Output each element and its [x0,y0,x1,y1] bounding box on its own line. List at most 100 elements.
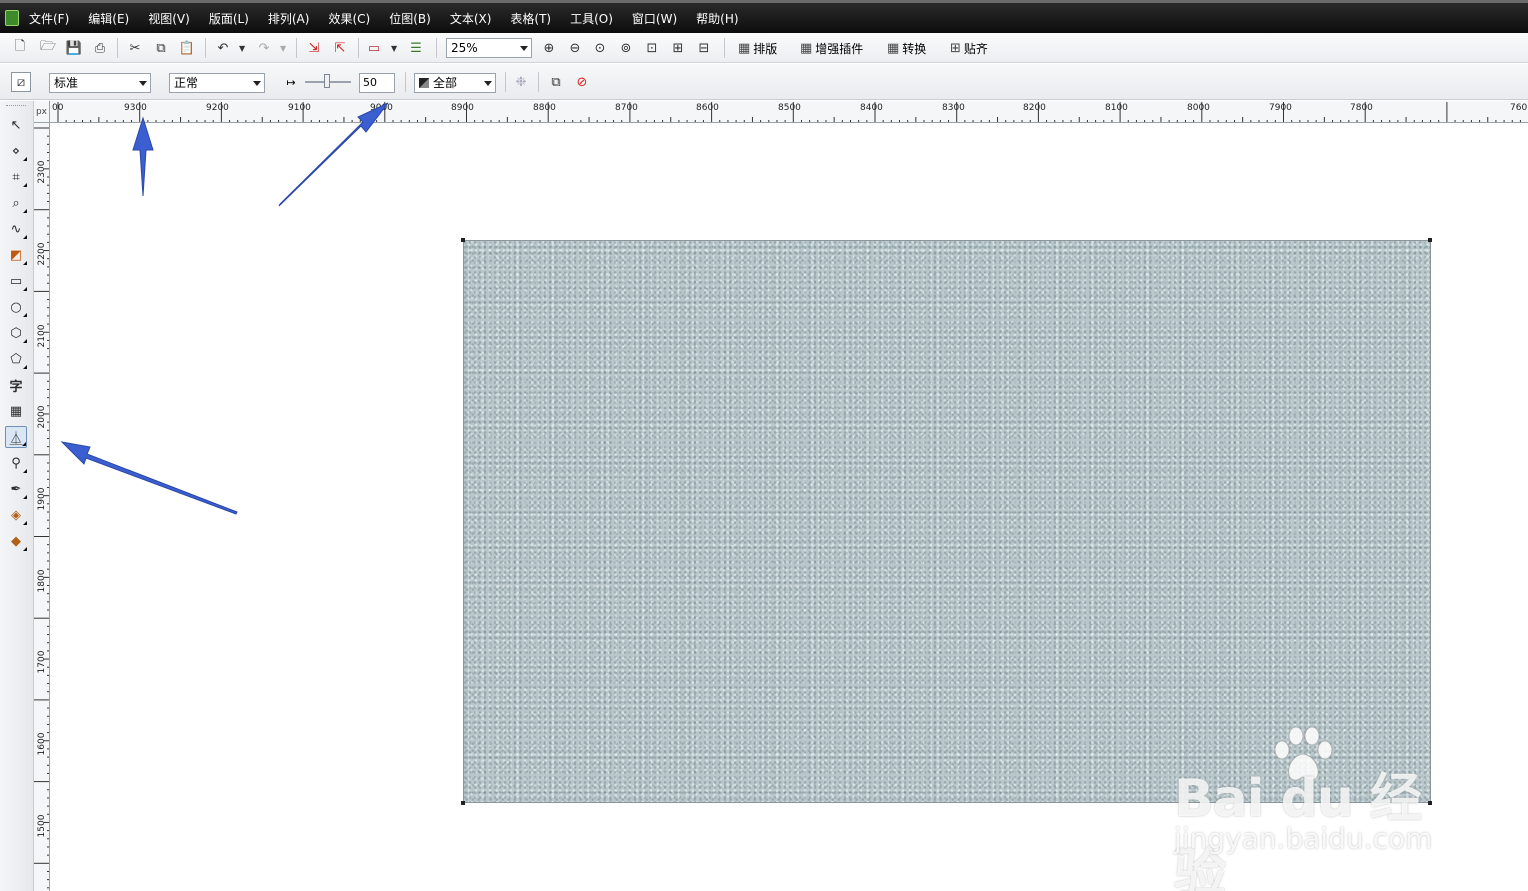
toolbar-separator [205,38,206,58]
text-tool-icon[interactable]: 字 [5,374,27,396]
horizontal-ruler[interactable]: 00 9300 9200 9100 9000 8900 8800 8700 86… [50,101,1528,123]
undo-dropdown-icon[interactable]: ▼ [239,44,245,53]
paste-icon[interactable]: 📋 [177,38,197,58]
cut-icon[interactable]: ✂ [125,38,145,58]
ruler-label: 8600 [696,103,719,113]
toolbar-separator [724,38,725,58]
transparency-target-value: 全部 [433,76,458,90]
application-launcher-icon[interactable]: ▭ [364,38,384,58]
menu-tools[interactable]: 工具(O) [570,10,613,27]
plugin-icon: ▦ [738,40,751,56]
ruler-label: 9000 [370,103,393,113]
selection-handle[interactable] [1428,238,1432,242]
menu-arrange[interactable]: 排列(A) [268,10,310,27]
copy-icon[interactable]: ⧉ [151,38,171,58]
zoom-level-value: 25% [451,41,478,55]
zoom-page-icon[interactable]: ⊡ [642,38,662,58]
menu-edit[interactable]: 编辑(E) [88,10,129,27]
plugin-enhance-button[interactable]: ▦ 增强插件 [800,38,863,58]
basic-shapes-tool-icon[interactable]: ⬠ [5,348,27,370]
texture-bitmap-object[interactable] [463,240,1431,803]
plugin-enhance-label: 增强插件 [815,41,864,56]
ruler-origin-corner[interactable]: px [34,101,50,123]
transparency-amount-icon: ↦ [286,75,296,89]
plugin-convert-label: 转换 [902,41,927,56]
vertical-ruler[interactable]: 2300 2200 2100 2000 1900 1800 1700 1600 … [34,123,50,891]
toolbar-separator [296,38,297,58]
menu-effects[interactable]: 效果(C) [328,10,370,27]
interactive-fill-tool-icon[interactable]: ◆ [5,530,27,552]
transparency-slider-thumb[interactable] [324,74,330,88]
zoom-out-icon[interactable]: ⊖ [565,38,585,58]
crop-tool-icon[interactable]: ⌗ [5,166,27,188]
redo-icon[interactable]: ↷ [254,38,274,58]
menu-help[interactable]: 帮助(H) [696,10,738,27]
fill-tool-icon[interactable]: ◈ [5,504,27,526]
clear-transparency-icon[interactable]: ⊘ [572,72,592,92]
interactive-transparency-icon[interactable]: ⧄ [11,72,31,92]
app-logo-icon[interactable] [5,10,19,26]
import-icon[interactable]: ⇲ [304,38,324,58]
smart-fill-tool-icon[interactable]: ◩ [5,244,27,266]
launcher-dropdown-icon[interactable]: ▼ [391,44,397,53]
menu-view[interactable]: 视图(V) [148,10,190,27]
eyedropper-tool-icon[interactable]: ⚲ [5,452,27,474]
zoom-all-objects-icon[interactable]: ⊚ [616,38,636,58]
zoom-in-icon[interactable]: ⊕ [539,38,559,58]
polygon-tool-icon[interactable]: ⬡ [5,322,27,344]
toolbar-separator [505,72,506,92]
zoom-page-height-icon[interactable]: ⊟ [694,38,714,58]
zoom-level-dropdown[interactable]: 25% [446,38,532,58]
merge-mode-dropdown[interactable]: 正常 [169,73,265,93]
ruler-label: 8200 [1023,103,1046,113]
print-icon[interactable]: ⎙ [90,38,110,58]
zoom-tool-icon[interactable]: ⌕ [5,192,27,214]
ruler-label: 1600 [37,732,47,756]
undo-icon[interactable]: ↶ [213,38,233,58]
target-all-icon [419,78,429,88]
menu-table[interactable]: 表格(T) [510,10,551,27]
menu-bitmaps[interactable]: 位图(B) [389,10,431,27]
transparency-amount-value: 50 [363,76,377,89]
toolbar-separator [358,38,359,58]
transparency-amount-input[interactable]: 50 [359,73,395,93]
selection-handle[interactable] [461,801,465,805]
ruler-label: 7800 [1350,103,1373,113]
zoom-page-width-icon[interactable]: ⊞ [668,38,688,58]
selection-handle[interactable] [461,238,465,242]
table-tool-icon[interactable]: ▦ [5,400,27,422]
toolbar-separator [538,72,539,92]
zoom-selected-icon[interactable]: ⊙ [590,38,610,58]
copy-transparency-icon[interactable]: ⧉ [546,72,566,92]
ruler-label: 9300 [124,103,147,113]
ellipse-tool-icon[interactable]: ○ [5,296,27,318]
chevron-down-icon [253,81,261,86]
outline-pen-tool-icon[interactable]: ✒ [5,478,27,500]
plugin-snap-button[interactable]: ⊞ 贴齐 [950,38,988,58]
menu-text[interactable]: 文本(X) [450,10,492,27]
freeze-transparency-icon[interactable]: ❉ [511,72,531,92]
pick-tool-icon[interactable]: ↖ [5,114,27,136]
plugin-typeset-button[interactable]: ▦ 排版 [738,38,777,58]
rectangle-tool-icon[interactable]: ▭ [5,270,27,292]
ruler-label: 1900 [37,487,47,511]
shape-tool-icon[interactable]: ⋄ [5,140,27,162]
transparency-target-dropdown[interactable]: 全部 [414,73,496,93]
menu-file[interactable]: 文件(F) [29,10,69,27]
open-folder-icon[interactable]: 🗁 [38,38,58,58]
menu-layout[interactable]: 版面(L) [209,10,249,27]
plugin-convert-button[interactable]: ▦ 转换 [887,38,926,58]
save-icon[interactable]: 💾 [64,38,84,58]
export-icon[interactable]: ⇱ [330,38,350,58]
transparency-type-dropdown[interactable]: 标准 [49,73,151,93]
standard-toolbar: 🗋 🗁 💾 ⎙ ✂ ⧉ 📋 ↶ ▼ ↷ ▼ ⇲ ⇱ ▭ ▼ ☰ 25% ⊕ ⊖ … [0,33,1528,63]
ruler-label: 00 [52,103,64,113]
redo-dropdown-icon[interactable]: ▼ [280,44,286,53]
toolbox-grip[interactable] [6,105,26,107]
new-document-icon[interactable]: 🗋 [10,38,30,58]
menu-window[interactable]: 窗口(W) [632,10,677,27]
freehand-tool-icon[interactable]: ∿ [5,218,27,240]
transparency-tool-icon[interactable]: ⏅ [5,426,27,448]
welcome-screen-icon[interactable]: ☰ [406,38,426,58]
ruler-label: 8300 [942,103,965,113]
